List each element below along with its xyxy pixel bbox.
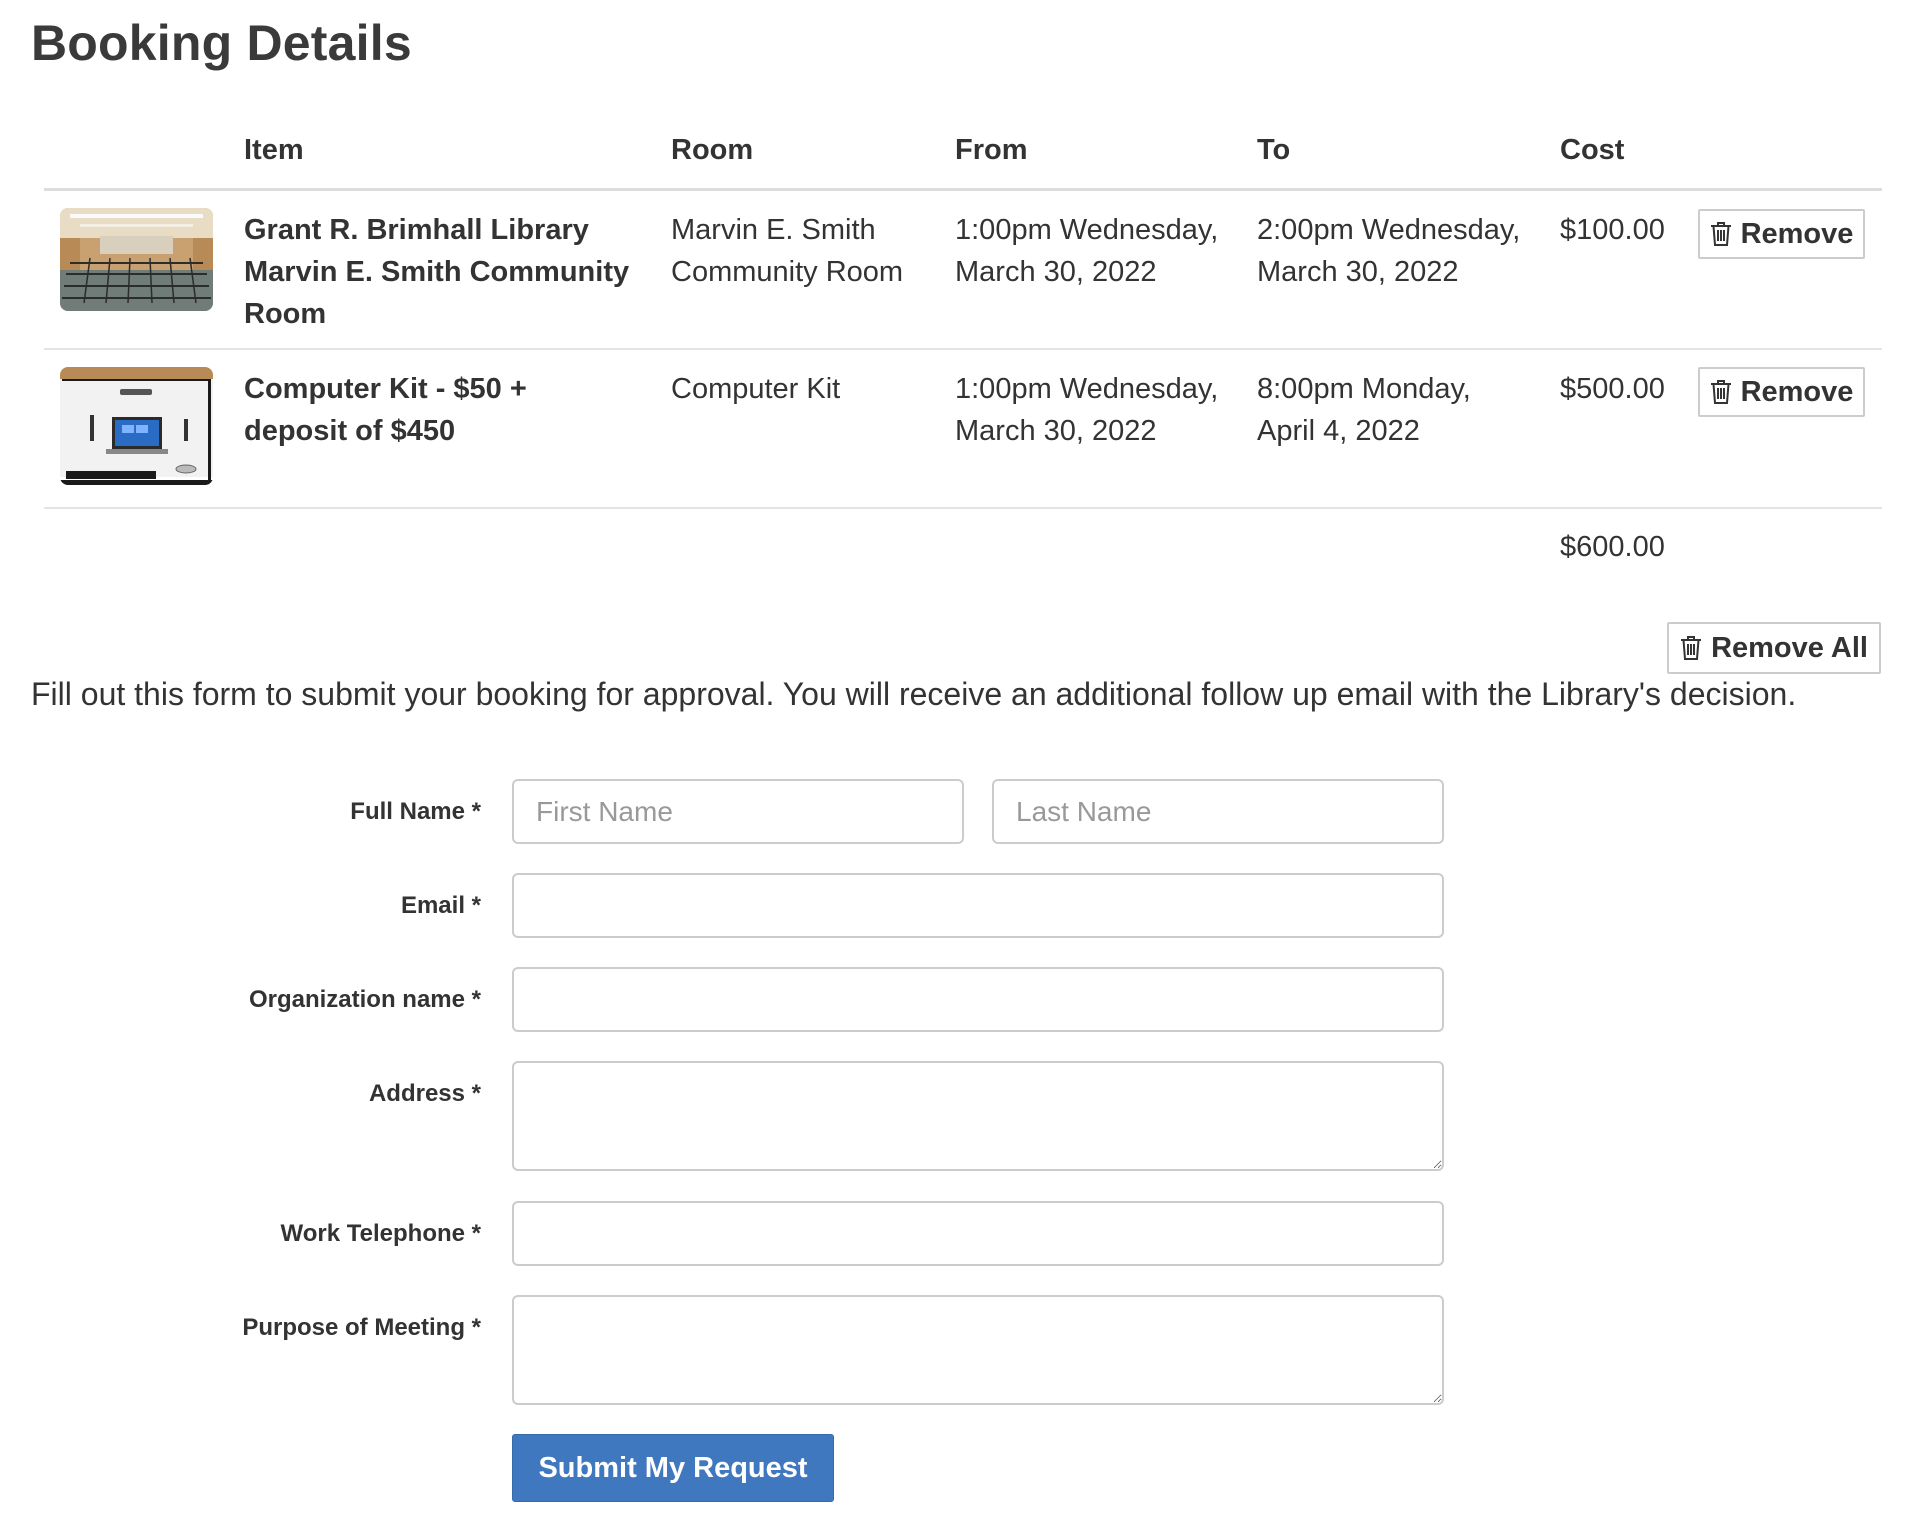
- last-name-input[interactable]: [992, 779, 1444, 844]
- first-name-input[interactable]: [512, 779, 964, 844]
- submit-request-button[interactable]: Submit My Request: [512, 1434, 834, 1502]
- page-title: Booking Details: [31, 15, 412, 71]
- column-header-item: Item: [244, 134, 304, 166]
- remove-all-button[interactable]: Remove All: [1667, 622, 1881, 674]
- remove-label: Remove: [1740, 217, 1854, 250]
- remove-button[interactable]: Remove: [1698, 367, 1865, 417]
- trash-icon: [1710, 379, 1732, 405]
- item-name: Grant R. Brimhall Library Marvin E. Smit…: [244, 214, 630, 330]
- column-header-room: Room: [671, 134, 754, 166]
- column-header-to: To: [1257, 134, 1291, 166]
- room-name: Marvin E. Smith Community Room: [671, 214, 904, 288]
- from-datetime: 1:00pm Wednesday, March 30, 2022: [955, 373, 1219, 447]
- row-divider: [44, 348, 1882, 350]
- work-telephone-label: Work Telephone *: [280, 1220, 481, 1247]
- address-label: Address *: [368, 1080, 481, 1107]
- purpose-label: Purpose of Meeting *: [242, 1314, 481, 1341]
- trash-icon: [1680, 635, 1702, 661]
- intro-text: Fill out this form to submit your bookin…: [31, 676, 1797, 712]
- organization-label: Organization name *: [248, 986, 481, 1013]
- column-header-from: From: [955, 134, 1028, 166]
- email-label: Email *: [400, 892, 481, 919]
- booking-page: Booking Details Item Room From To Cost G…: [0, 0, 1920, 1522]
- remove-button[interactable]: Remove: [1698, 209, 1865, 259]
- remove-label: Remove: [1740, 375, 1854, 408]
- work-telephone-input[interactable]: [512, 1201, 1444, 1266]
- column-header-cost: Cost: [1560, 134, 1625, 166]
- item-name: Computer Kit - $50 + deposit of $450: [244, 373, 527, 447]
- computer-kit-photo[interactable]: [60, 367, 213, 485]
- address-textarea[interactable]: [512, 1061, 1444, 1171]
- row-divider: [44, 507, 1882, 509]
- full-name-label: Full Name *: [350, 798, 481, 825]
- from-datetime: 1:00pm Wednesday, March 30, 2022: [955, 214, 1219, 288]
- header-divider: [44, 188, 1882, 191]
- remove-all-label: Remove All: [1711, 631, 1868, 664]
- to-datetime: 2:00pm Wednesday, March 30, 2022: [1257, 214, 1521, 288]
- total-cost: $600.00: [1560, 531, 1665, 563]
- organization-input[interactable]: [512, 967, 1444, 1032]
- item-cost: $100.00: [1560, 214, 1665, 246]
- to-datetime: 8:00pm Monday, April 4, 2022: [1257, 373, 1471, 447]
- email-input[interactable]: [512, 873, 1444, 938]
- trash-icon: [1710, 221, 1732, 247]
- purpose-textarea[interactable]: [512, 1295, 1444, 1405]
- room-name: Computer Kit: [671, 373, 841, 405]
- meeting-room-photo[interactable]: [60, 208, 213, 311]
- item-cost: $500.00: [1560, 373, 1665, 405]
